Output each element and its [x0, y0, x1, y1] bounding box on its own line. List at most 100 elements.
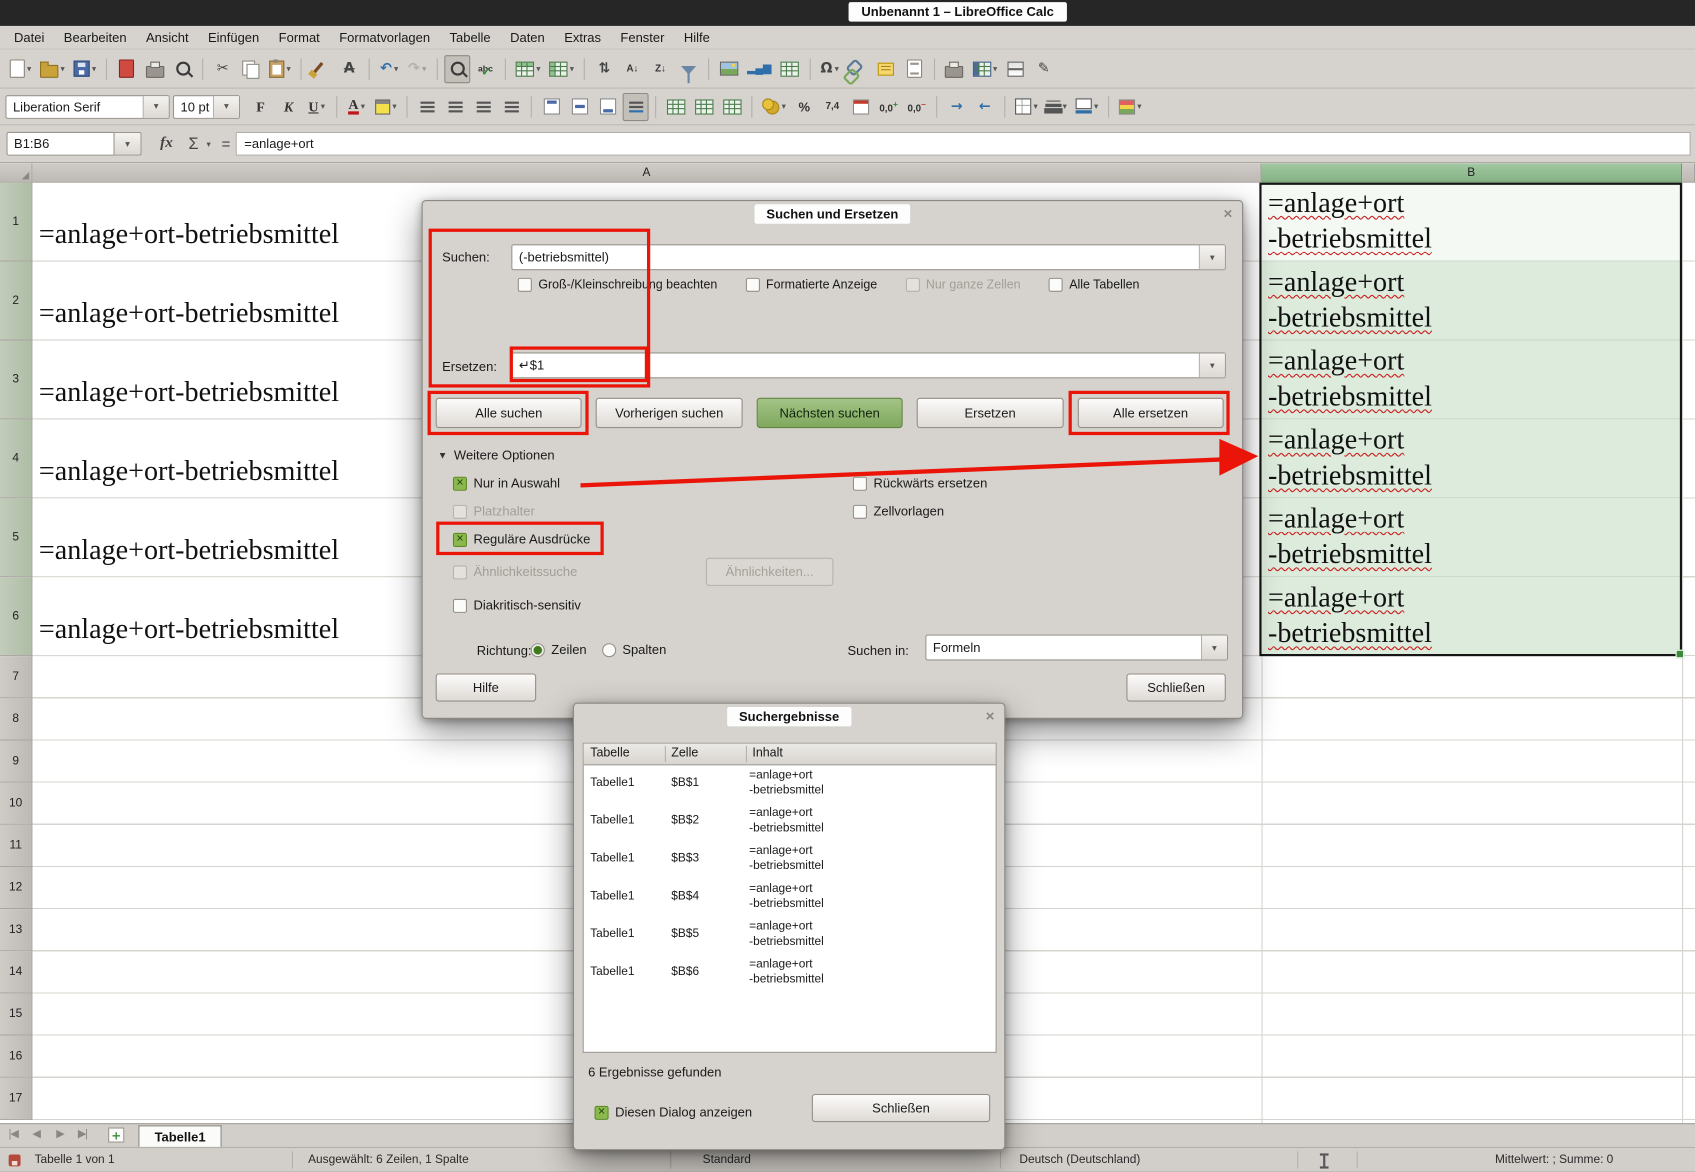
menu-fenster[interactable]: Fenster: [611, 26, 674, 48]
unmerge-cells-icon[interactable]: [719, 92, 745, 120]
row-header-14[interactable]: 14: [0, 951, 32, 993]
row-icon[interactable]: [512, 55, 543, 83]
menu-daten[interactable]: Daten: [500, 26, 554, 48]
split-window-icon[interactable]: [1003, 55, 1029, 83]
checkbox-diakritisch-sensitiv[interactable]: Diakritisch-sensitiv: [453, 591, 590, 619]
row-header-15[interactable]: 15: [0, 993, 32, 1035]
select-all-corner[interactable]: [0, 163, 32, 182]
paste-icon[interactable]: [266, 55, 294, 83]
hyperlink-icon[interactable]: [845, 55, 871, 83]
conditional-formatting-icon[interactable]: [1116, 92, 1145, 120]
autofilter-icon[interactable]: [676, 55, 702, 83]
sheet-tab-tabelle1[interactable]: Tabelle1: [138, 1125, 221, 1147]
cell-B2[interactable]: =anlage+ort-betriebsmittel: [1262, 262, 1683, 341]
menu-bearbeiten[interactable]: Bearbeiten: [54, 26, 136, 48]
results-close-button[interactable]: Schließen: [812, 1094, 990, 1122]
dropdown-arrow-icon[interactable]: [993, 64, 997, 74]
export-pdf-icon[interactable]: [114, 55, 140, 83]
search-results-titlebar[interactable]: Suchergebnisse ×: [574, 704, 1004, 732]
checkbox-r-ckw-rts-ersetzen[interactable]: Rückwärts ersetzen: [853, 469, 987, 497]
font-color-icon[interactable]: A: [344, 92, 370, 120]
print-icon[interactable]: [142, 55, 168, 83]
insert-chart-icon[interactable]: ▂▄▆: [744, 55, 775, 83]
result-row-5[interactable]: Tabelle1$B$5=anlage+ort-betriebsmittel: [584, 917, 996, 955]
font-size-combobox[interactable]: 10 pt: [173, 95, 240, 119]
help-button[interactable]: Hilfe: [436, 673, 537, 701]
find-all-button[interactable]: Alle suchen: [436, 398, 582, 428]
sum-icon[interactable]: Σ: [182, 132, 206, 156]
row-header-2[interactable]: 2: [0, 262, 32, 341]
dropdown-arrow-icon[interactable]: [321, 102, 325, 112]
border-color-icon[interactable]: [1072, 92, 1101, 120]
checkbox-gro-kleinschreibung-beachten[interactable]: Groß-/Kleinschreibung beachten: [518, 278, 718, 292]
replace-history-dropdown-icon[interactable]: [1199, 353, 1225, 377]
dropdown-arrow-icon[interactable]: [394, 64, 398, 74]
row-header-8[interactable]: 8: [0, 698, 32, 740]
name-box[interactable]: B1:B6: [6, 132, 114, 156]
row-header-9[interactable]: 9: [0, 740, 32, 782]
dropdown-arrow-icon[interactable]: [27, 64, 31, 74]
next-sheet-icon[interactable]: ▶: [56, 1129, 63, 1141]
find-next-button[interactable]: Nächsten suchen: [756, 398, 902, 428]
freeze-panes-icon[interactable]: [969, 55, 1000, 83]
wrap-text-icon[interactable]: [623, 92, 649, 120]
dropdown-arrow-icon[interactable]: [287, 64, 291, 74]
search-history-dropdown-icon[interactable]: [1199, 245, 1225, 269]
dropdown-arrow-icon[interactable]: [536, 64, 540, 74]
add-decimal-icon[interactable]: 0,0: [876, 92, 902, 120]
border-style-icon[interactable]: [1043, 92, 1070, 120]
cell-B6[interactable]: =anlage+ort-betriebsmittel: [1262, 577, 1683, 656]
find-replace-icon[interactable]: [444, 55, 470, 83]
row-header-6[interactable]: 6: [0, 577, 32, 656]
menu-ansicht[interactable]: Ansicht: [136, 26, 198, 48]
results-col-table[interactable]: Tabelle: [590, 747, 629, 760]
dropdown-arrow-icon[interactable]: [92, 64, 96, 74]
sort-descending-icon[interactable]: Z↓: [648, 55, 674, 83]
checkbox-alle-tabellen[interactable]: Alle Tabellen: [1049, 278, 1140, 292]
radio-spalten[interactable]: Spalten: [602, 642, 667, 657]
row-header-7[interactable]: 7: [0, 656, 32, 698]
align-bottom-icon[interactable]: [595, 92, 621, 120]
open-icon[interactable]: [37, 55, 68, 83]
function-wizard-icon[interactable]: fx: [154, 132, 180, 156]
borders-icon[interactable]: [1012, 92, 1041, 120]
row-header-10[interactable]: 10: [0, 783, 32, 825]
result-row-6[interactable]: Tabelle1$B$6=anlage+ort-betriebsmittel: [584, 955, 996, 993]
format-percent-icon[interactable]: %: [791, 92, 817, 120]
menu-format[interactable]: Format: [269, 26, 330, 48]
merge-center-icon[interactable]: [663, 92, 689, 120]
align-vcenter-icon[interactable]: [566, 92, 592, 120]
dropdown-arrow-icon[interactable]: [1063, 102, 1067, 112]
dropdown-arrow-icon[interactable]: [422, 64, 426, 74]
search-in-select[interactable]: Formeln: [925, 635, 1228, 661]
copy-icon[interactable]: [238, 55, 264, 83]
dialog-close-button[interactable]: Schließen: [1126, 673, 1225, 701]
align-right-icon[interactable]: [470, 92, 496, 120]
find-previous-button[interactable]: Vorherigen suchen: [596, 398, 742, 428]
more-options-toggle[interactable]: Weitere Optionen: [438, 448, 555, 463]
sort-ascending-icon[interactable]: A↓: [620, 55, 646, 83]
results-close-icon[interactable]: ×: [986, 708, 995, 723]
align-left-icon[interactable]: [414, 92, 440, 120]
sum-dropdown-icon[interactable]: ▾: [203, 132, 214, 156]
formula-input[interactable]: =anlage+ort: [236, 132, 1691, 156]
menu-datei[interactable]: Datei: [4, 26, 54, 48]
column-header-b[interactable]: B: [1262, 163, 1683, 182]
column-header-a[interactable]: A: [32, 163, 1261, 182]
delete-decimal-icon[interactable]: 0,0: [904, 92, 930, 120]
close-icon[interactable]: ×: [1223, 205, 1232, 220]
result-row-1[interactable]: Tabelle1$B$1=anlage+ort-betriebsmittel: [584, 765, 996, 803]
add-sheet-icon[interactable]: +: [108, 1127, 124, 1142]
pivot-table-icon[interactable]: [777, 55, 803, 83]
formula-icon[interactable]: =: [216, 132, 235, 156]
radio-zeilen[interactable]: Zeilen: [531, 642, 587, 657]
result-row-4[interactable]: Tabelle1$B$4=anlage+ort-betriebsmittel: [584, 879, 996, 917]
row-header-11[interactable]: 11: [0, 825, 32, 867]
print-area-icon[interactable]: [941, 55, 967, 83]
clone-formatting-icon[interactable]: [308, 55, 334, 83]
dropdown-arrow-icon[interactable]: [1094, 102, 1098, 112]
selection-fill-handle[interactable]: [1676, 650, 1685, 659]
dropdown-arrow-icon[interactable]: [1033, 102, 1037, 112]
new-document-icon[interactable]: [6, 55, 34, 83]
cell-B5[interactable]: =anlage+ort-betriebsmittel: [1262, 498, 1683, 577]
